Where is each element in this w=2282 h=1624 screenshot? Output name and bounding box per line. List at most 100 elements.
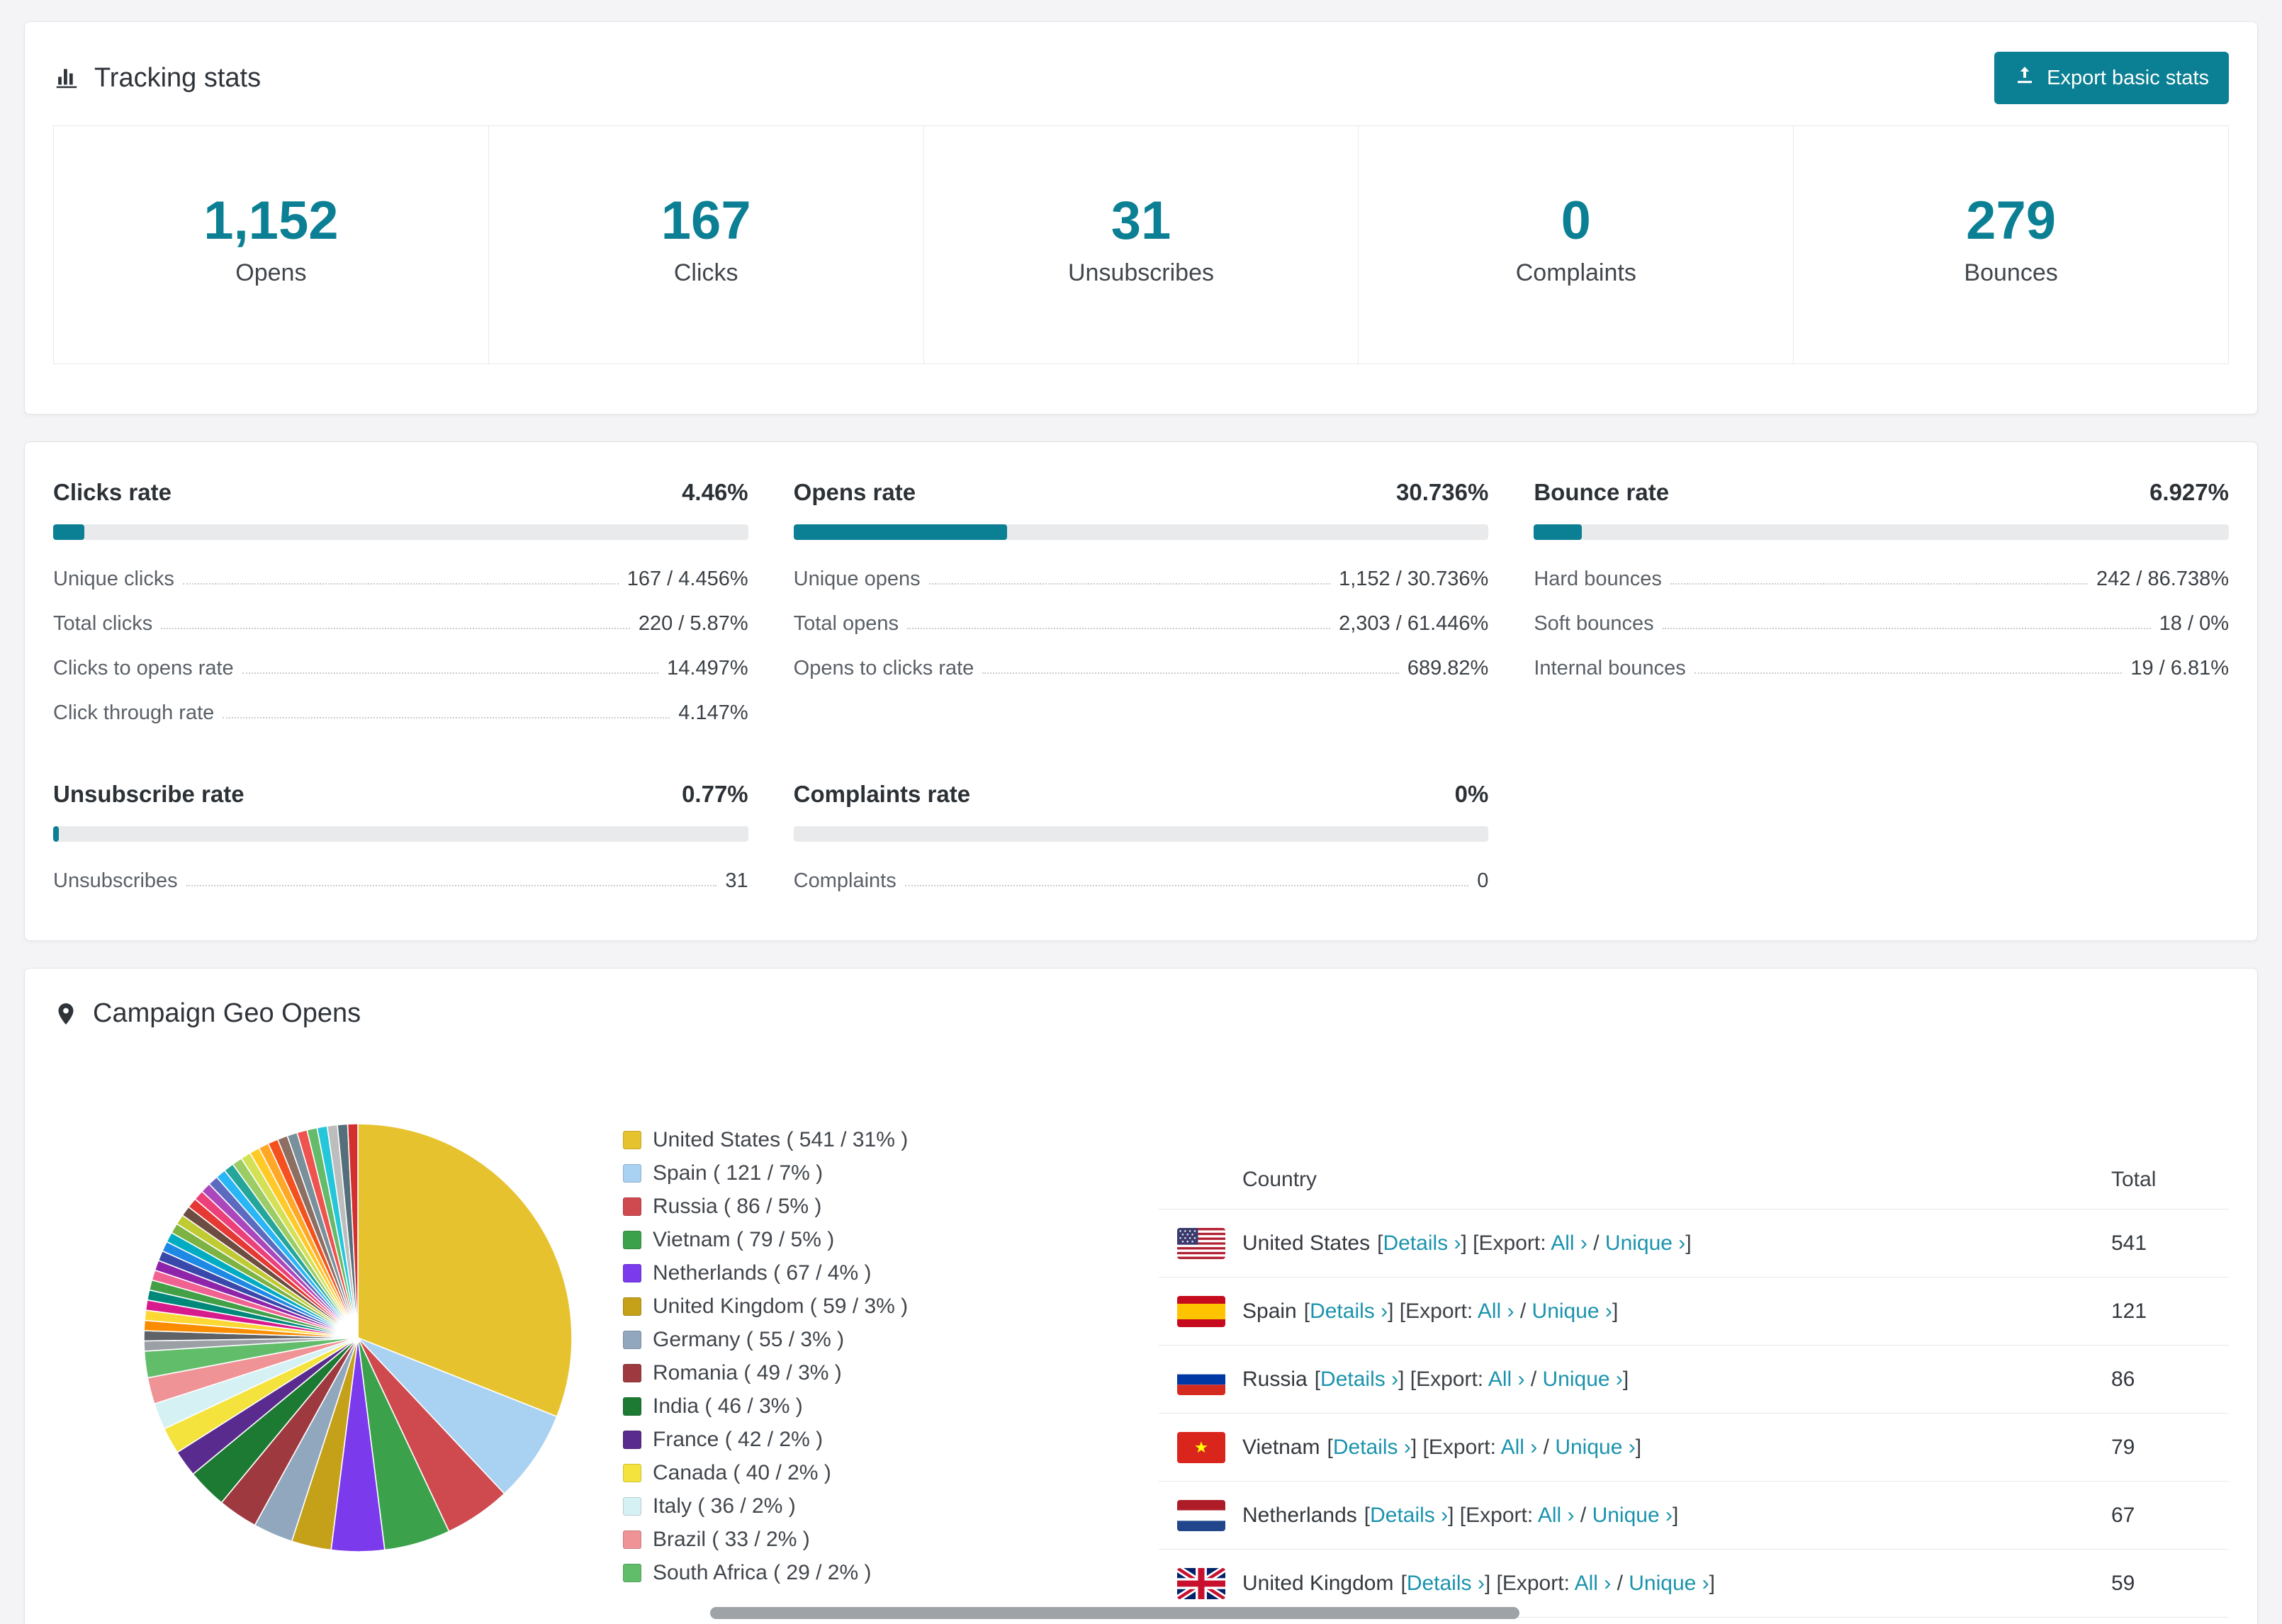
flag-us-icon: [1177, 1227, 1225, 1259]
progress-bar: [1534, 524, 2229, 540]
export-basic-stats-button[interactable]: Export basic stats: [1994, 52, 2229, 104]
legend-item[interactable]: Vietnam ( 79 / 5% ): [623, 1228, 908, 1252]
pie-svg: [143, 1123, 573, 1552]
legend-swatch: [623, 1131, 641, 1149]
progress-fill: [1534, 524, 1583, 540]
table-row: Netherlands [Details ›] [Export: All › / …: [1159, 1482, 2229, 1550]
metric-label: Total opens: [793, 612, 899, 635]
export-label: Export:: [1428, 1435, 1501, 1459]
progress-bar: [53, 524, 748, 540]
legend-item[interactable]: Brazil ( 33 / 2% ): [623, 1528, 908, 1552]
legend-item[interactable]: France ( 42 / 2% ): [623, 1428, 908, 1452]
export-all-link[interactable]: All ›: [1551, 1231, 1587, 1255]
export-button-label: Export basic stats: [2047, 66, 2209, 89]
legend-item[interactable]: Germany ( 55 / 3% ): [623, 1328, 908, 1352]
stat-value: 1,152: [203, 191, 339, 251]
rate-block: Bounce rate 6.927% Hard bounces 242 / 86.73…: [1534, 479, 2229, 735]
metric-value: 242 / 86.738%: [2096, 568, 2229, 590]
legend-item[interactable]: India ( 46 / 3% ): [623, 1394, 908, 1419]
stat-value: 167: [661, 191, 751, 251]
legend-swatch: [623, 1331, 641, 1349]
geo-table-header: Country Total: [1159, 1150, 2229, 1209]
geo-title: Campaign Geo Opens: [53, 998, 361, 1029]
horizontal-scrollbar-thumb[interactable]: [710, 1607, 1519, 1619]
table-row: Russia [Details ›] [Export: All › / Uniqu…: [1159, 1346, 2229, 1414]
details-link[interactable]: Details ›: [1370, 1504, 1448, 1527]
table-row: United States [Details ›] [Export: All › …: [1159, 1209, 2229, 1278]
legend-item[interactable]: United States ( 541 / 31% ): [623, 1128, 908, 1152]
legend-item[interactable]: Netherlands ( 67 / 4% ): [623, 1261, 908, 1285]
stats-row: 1,152 Opens 167 Clicks 31 Unsubscribes 0 Compla…: [53, 125, 2229, 364]
legend-item[interactable]: Russia ( 86 / 5% ): [623, 1195, 908, 1219]
stat-label: Clicks: [673, 259, 738, 286]
details-link[interactable]: Details ›: [1320, 1368, 1398, 1391]
export-unique-link[interactable]: Unique ›: [1629, 1572, 1709, 1595]
legend-swatch: [623, 1530, 641, 1549]
page: Tracking stats Export basic stats 1,152 O…: [0, 0, 2282, 1624]
details-link[interactable]: Details ›: [1407, 1572, 1485, 1595]
stat-value: 0: [1561, 191, 1591, 251]
export-all-link[interactable]: All ›: [1488, 1368, 1525, 1391]
stat-box: 31 Unsubscribes: [923, 125, 1359, 364]
export-unique-link[interactable]: Unique ›: [1543, 1368, 1623, 1391]
legend-label: United Kingdom ( 59 / 3% ): [653, 1295, 909, 1318]
metric-value: 0: [1477, 869, 1489, 892]
details-link[interactable]: Details ›: [1310, 1299, 1388, 1323]
stat-label: Complaints: [1515, 259, 1636, 286]
rate-percent: 6.927%: [2149, 479, 2229, 505]
map-pin-icon: [53, 1001, 79, 1027]
metric-row: Click through rate 4.147%: [53, 691, 748, 735]
legend-item[interactable]: United Kingdom ( 59 / 3% ): [623, 1295, 908, 1319]
export-unique-link[interactable]: Unique ›: [1555, 1436, 1635, 1459]
export-unique-link[interactable]: Unique ›: [1605, 1231, 1685, 1255]
rates-card: Clicks rate 4.46% Unique clicks 167 / 4.456…: [24, 441, 2258, 941]
details-link[interactable]: Details ›: [1333, 1436, 1411, 1459]
export-all-link[interactable]: All ›: [1538, 1504, 1575, 1527]
stat-box: 1,152 Opens: [53, 125, 489, 364]
legend-item[interactable]: Canada ( 40 / 2% ): [623, 1461, 908, 1485]
metric-value: 167 / 4.456%: [626, 568, 748, 590]
export-all-link[interactable]: All ›: [1575, 1572, 1612, 1595]
dotted-leader: [1694, 657, 2123, 674]
rate-title: Bounce rate: [1534, 479, 1670, 505]
metric-label: Hard bounces: [1534, 568, 1662, 590]
legend-label: United States ( 541 / 31% ): [653, 1128, 909, 1151]
metric-label: Complaints: [793, 869, 896, 892]
metric-row: Unsubscribes 31: [53, 859, 748, 903]
legend-label: South Africa ( 29 / 2% ): [653, 1561, 872, 1584]
legend-item[interactable]: South Africa ( 29 / 2% ): [623, 1561, 908, 1585]
metric-label: Clicks to opens rate: [53, 657, 234, 680]
legend-label: Germany ( 55 / 3% ): [653, 1328, 845, 1351]
geo-title-text: Campaign Geo Opens: [93, 998, 361, 1028]
details-link[interactable]: Details ›: [1383, 1231, 1461, 1255]
legend-swatch: [623, 1564, 641, 1582]
export-all-link[interactable]: All ›: [1478, 1299, 1514, 1323]
tracking-stats-header: Tracking stats Export basic stats: [25, 22, 2257, 123]
metric-row: Hard bounces 242 / 86.738%: [1534, 557, 2229, 602]
stat-value: 279: [1966, 191, 2056, 251]
legend-swatch: [623, 1464, 641, 1482]
metric-value: 4.147%: [678, 701, 748, 724]
stat-label: Bounces: [1964, 259, 2058, 286]
stat-box: 0 Complaints: [1358, 125, 1794, 364]
table-row: Vietnam [Details ›] [Export: All › / Uniq…: [1159, 1414, 2229, 1482]
legend-item[interactable]: Spain ( 121 / 7% ): [623, 1161, 908, 1185]
legend-item[interactable]: Italy ( 36 / 2% ): [623, 1494, 908, 1518]
metric-row: Soft bounces 18 / 0%: [1534, 602, 2229, 646]
dotted-leader: [186, 869, 717, 886]
export-all-link[interactable]: All ›: [1501, 1436, 1538, 1459]
export-unique-link[interactable]: Unique ›: [1532, 1299, 1612, 1323]
legend-item[interactable]: Romania ( 49 / 3% ): [623, 1361, 908, 1385]
metric-value: 689.82%: [1407, 657, 1489, 680]
progress-bar: [53, 826, 748, 842]
export-unique-link[interactable]: Unique ›: [1592, 1504, 1673, 1527]
geo-table: Country Total United States [Details ›] […: [1159, 1150, 2229, 1624]
country-cell: Russia [Details ›] [Export: All › / Uniqu…: [1242, 1367, 1629, 1391]
legend-label: Spain ( 121 / 7% ): [653, 1161, 824, 1185]
campaign-geo-opens-card: Campaign Geo Opens United States ( 541 /…: [24, 968, 2258, 1624]
legend-swatch: [623, 1197, 641, 1216]
total-value: 59: [2111, 1571, 2135, 1595]
metric-row: Opens to clicks rate 689.82%: [794, 646, 1489, 691]
export-icon: [2014, 64, 2035, 91]
legend-swatch: [623, 1397, 641, 1416]
